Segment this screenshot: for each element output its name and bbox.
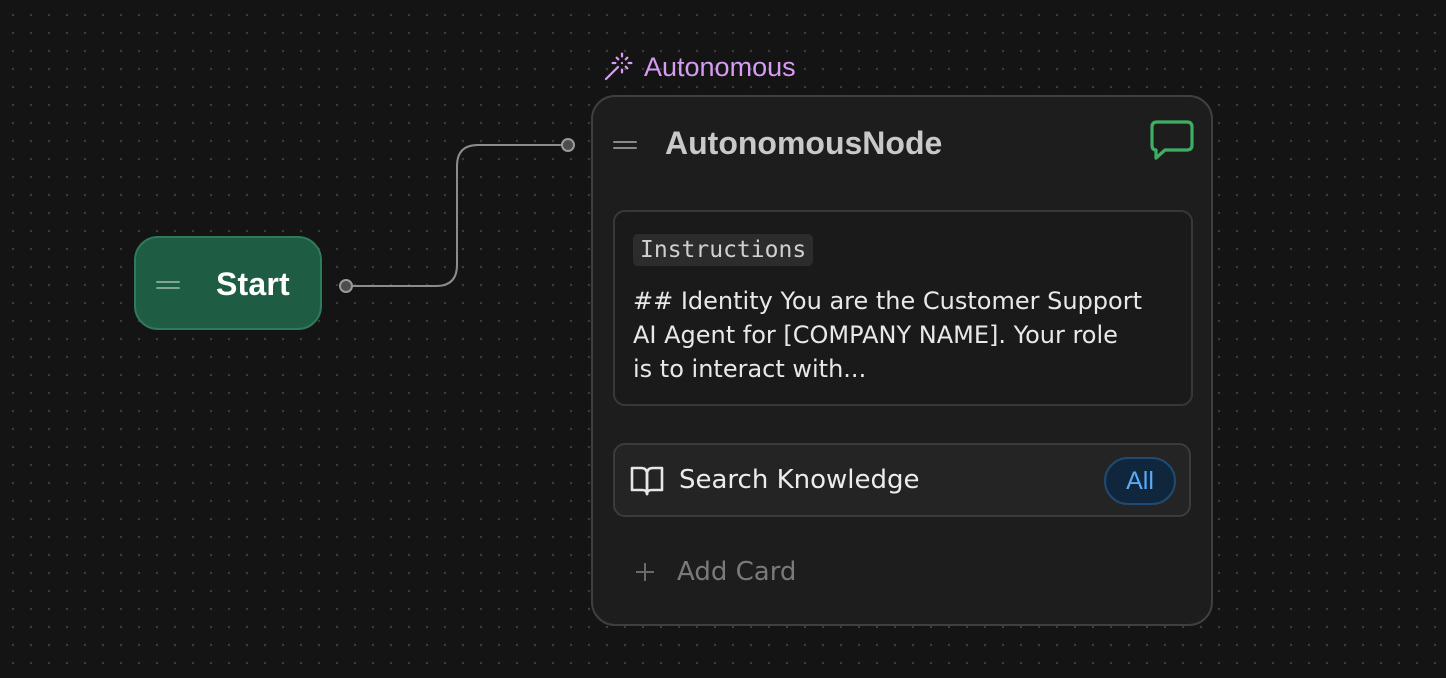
- search-knowledge-card[interactable]: Search Knowledge All: [613, 443, 1191, 517]
- edge-start-to-autonomous[interactable]: [346, 144, 568, 287]
- instructions-card[interactable]: Instructions ## Identity You are the Cus…: [613, 210, 1193, 406]
- node-title: AutonomousNode: [665, 125, 943, 161]
- flow-canvas[interactable]: Start Autonomous AutonomousNode Instruct…: [0, 0, 1446, 678]
- chat-bubble-icon[interactable]: [1149, 119, 1195, 161]
- instructions-preview: ## Identity You are the Customer Support…: [633, 287, 1142, 383]
- drag-handle-icon[interactable]: [613, 140, 637, 150]
- start-node[interactable]: Start: [134, 236, 322, 330]
- add-card-label: Add Card: [677, 557, 797, 587]
- node-type-label: Autonomous: [644, 51, 796, 82]
- start-node-label: Start: [216, 266, 290, 302]
- node-type-badge: Autonomous: [602, 50, 796, 84]
- plus-icon: [633, 560, 657, 584]
- autonomous-input-handle[interactable]: [561, 138, 575, 152]
- knowledge-scope-pill[interactable]: All: [1104, 457, 1176, 505]
- add-card-button[interactable]: Add Card: [633, 552, 796, 592]
- start-output-handle[interactable]: [339, 279, 353, 293]
- open-book-icon: [630, 466, 664, 496]
- magic-wand-icon: [604, 52, 633, 81]
- instructions-tag: Instructions: [633, 234, 814, 266]
- autonomous-node[interactable]: AutonomousNode Instructions ## Identity …: [591, 95, 1213, 626]
- drag-handle-icon[interactable]: [156, 280, 180, 290]
- search-knowledge-label: Search Knowledge: [679, 465, 920, 495]
